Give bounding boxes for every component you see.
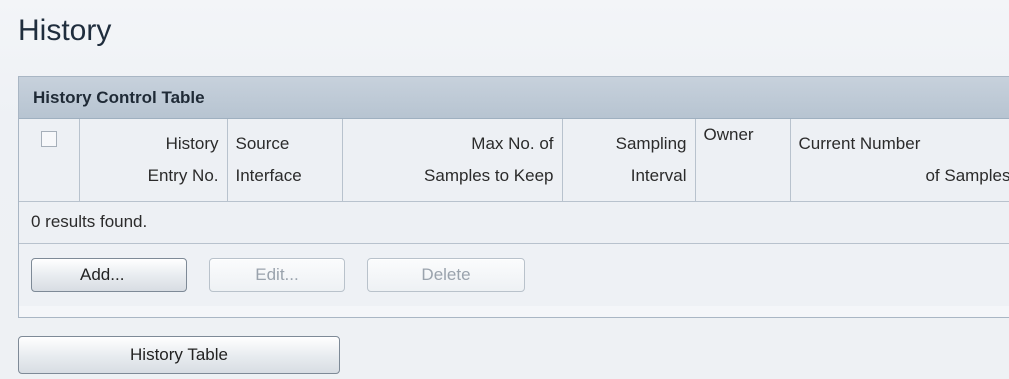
column-label-line2: of Samples [925,165,1009,185]
column-label-line1: Owner [703,125,754,144]
table-header-row: History Entry No. Source Interface Max N… [19,119,1009,202]
column-label-line2: Interval [630,165,687,185]
select-all-checkbox[interactable] [40,131,57,147]
column-source-interface[interactable]: Source Interface [227,119,343,202]
column-label-line2: Samples to Keep [424,165,554,185]
column-history-entry-no[interactable]: History Entry No. [79,119,228,202]
edit-button[interactable]: Edit... [209,257,345,292]
column-label-line2: Interface [235,165,302,185]
add-button[interactable]: Add... [31,257,187,292]
column-label-line1: History [165,133,219,153]
delete-button[interactable]: Delete [367,257,525,292]
column-label-line2: Entry No. [147,165,219,185]
table-action-bar: Add... Edit... Delete [19,243,1009,306]
panel-header: History Control Table [19,77,1009,119]
column-label-line1: Sampling [615,133,687,153]
history-table-button[interactable]: History Table [18,336,340,374]
page-title: History [18,14,112,47]
column-label-line1: Source [235,133,290,153]
select-all-cell [19,119,80,202]
column-sampling-interval[interactable]: Sampling Interval [562,119,696,202]
column-label-line1: Current Number [798,133,921,153]
column-current-samples[interactable]: Current Number of Samples [790,119,1009,202]
column-max-samples[interactable]: Max No. of Samples to Keep [342,119,563,202]
history-control-panel: History Control Table History Entry No. [18,76,1009,318]
column-owner[interactable]: Owner [695,119,791,202]
results-status: 0 results found. [19,201,1009,244]
history-control-table: History Entry No. Source Interface Max N… [19,119,1009,202]
column-label-line1: Max No. of [471,133,554,153]
